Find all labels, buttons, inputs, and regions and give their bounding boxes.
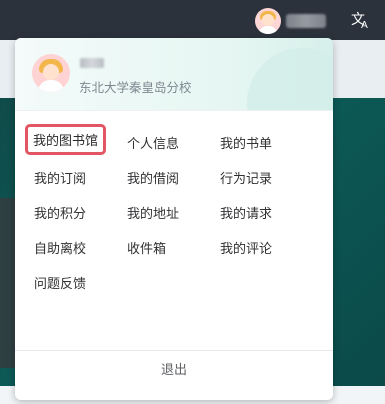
user-menu-popover: 东北大学秦皇岛分校 我的图书馆 个人信息 我的书单 我的订阅 我的借阅 行为记录… xyxy=(15,38,333,400)
menu-item-my-requests[interactable]: 我的请求 xyxy=(220,203,272,222)
menu-item-inbox[interactable]: 收件箱 xyxy=(127,238,166,257)
logout-button[interactable]: 退出 xyxy=(15,351,333,400)
decorative-bubble xyxy=(247,48,333,110)
menu-item-activity-log[interactable]: 行为记录 xyxy=(220,168,272,187)
menu-item-my-subscriptions[interactable]: 我的订阅 xyxy=(34,168,86,187)
menu-item-my-borrowing[interactable]: 我的借阅 xyxy=(127,168,179,187)
avatar xyxy=(32,54,70,92)
menu-item-self-checkout[interactable]: 自助离校 xyxy=(34,238,86,257)
menu-item-my-booklist[interactable]: 我的书单 xyxy=(220,133,272,152)
menu-item-my-library[interactable]: 我的图书馆 xyxy=(25,124,107,155)
menu-item-my-address[interactable]: 我的地址 xyxy=(127,203,179,222)
user-avatar-icon[interactable] xyxy=(255,8,281,34)
top-navigation-bar xyxy=(0,0,385,40)
username-redacted[interactable] xyxy=(286,14,326,28)
username-redacted xyxy=(80,58,104,68)
menu-item-my-comments[interactable]: 我的评论 xyxy=(220,238,272,257)
menu-item-personal-info[interactable]: 个人信息 xyxy=(127,133,179,152)
profile-header: 东北大学秦皇岛分校 xyxy=(15,38,333,111)
school-name: 东北大学秦皇岛分校 xyxy=(79,81,192,95)
translate-icon[interactable]: 文 A xyxy=(351,11,371,31)
menu-item-feedback[interactable]: 问题反馈 xyxy=(34,273,86,292)
menu-item-my-points[interactable]: 我的积分 xyxy=(34,203,86,222)
